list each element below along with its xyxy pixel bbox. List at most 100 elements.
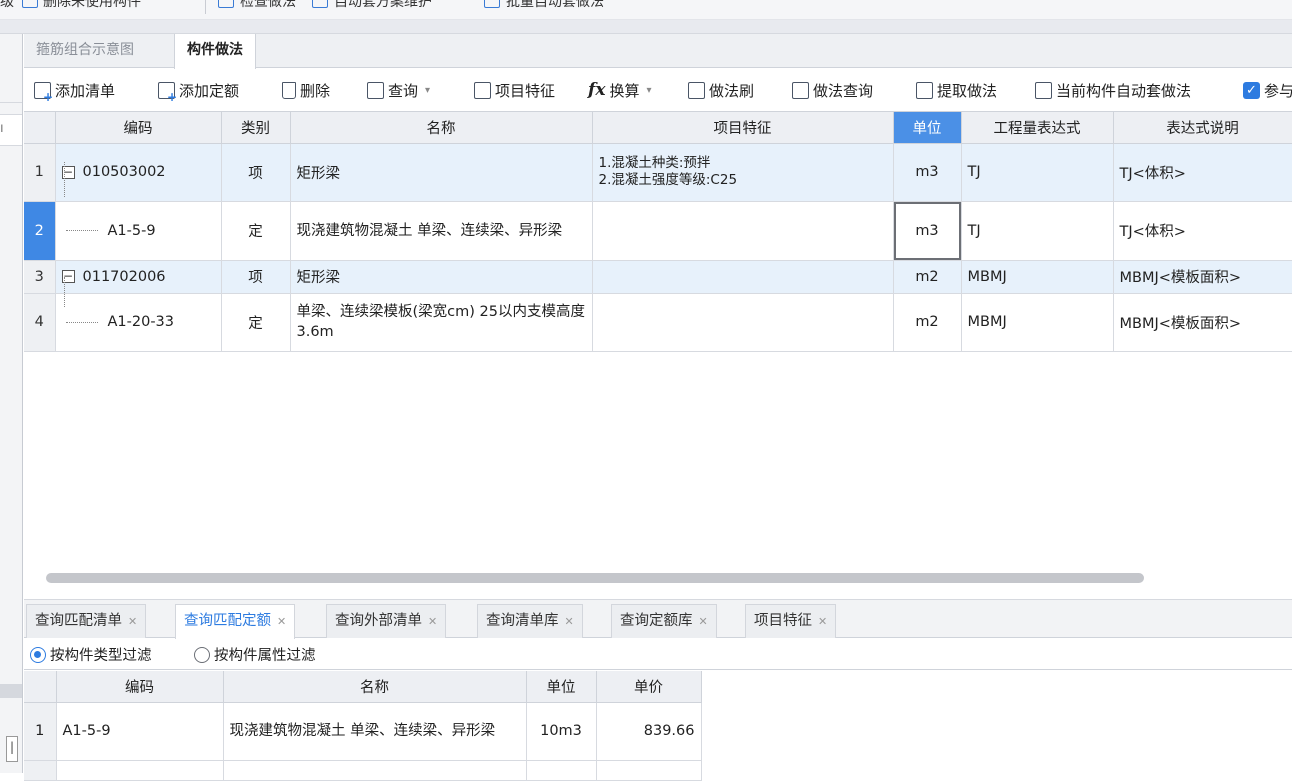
- tab-list-library[interactable]: 查询清单库 ✕: [477, 604, 583, 638]
- table-row[interactable]: [24, 760, 702, 781]
- type-cell[interactable]: 定: [221, 201, 291, 261]
- tab-quota-library[interactable]: 查询定额库 ✕: [611, 604, 717, 638]
- check-method-button[interactable]: 检查做法: [240, 0, 296, 11]
- delete-button[interactable]: 删除: [282, 79, 330, 101]
- header-code[interactable]: 编码: [55, 112, 222, 144]
- convert-button[interactable]: fx 换算 ▾: [588, 79, 652, 101]
- header-name[interactable]: 名称: [223, 671, 527, 703]
- unit-cell[interactable]: [526, 760, 597, 781]
- table-header-row: 编码 名称 单位 单价: [24, 671, 702, 703]
- query-tabs: 查询匹配清单 ✕ 查询匹配定额 ✕ 查询外部清单 ✕ 查询清单库 ✕ 查询定额库 ✕ 项目…: [24, 599, 1292, 639]
- left-panel: ı |: [0, 34, 23, 773]
- horizontal-scrollbar[interactable]: [46, 573, 1144, 583]
- type-cell[interactable]: 项: [221, 260, 291, 294]
- tab-match-list[interactable]: 查询匹配清单 ✕: [26, 604, 147, 638]
- desc-cell: TJ<体积>: [1113, 143, 1292, 202]
- top-toolbar-item[interactable]: 级: [0, 0, 14, 11]
- add-list-button[interactable]: 添加清单: [34, 79, 115, 104]
- tab-component-method[interactable]: 构件做法: [174, 34, 256, 69]
- feature-cell[interactable]: [592, 201, 894, 261]
- unit-cell[interactable]: m3: [893, 201, 962, 261]
- table-row[interactable]: 1 −010503002 项 矩形梁 1.混凝土种类:预拌 2.混凝土强度等级:…: [24, 143, 1292, 202]
- header-code[interactable]: 编码: [56, 671, 224, 703]
- delete-label: 删除: [300, 81, 331, 100]
- header-type[interactable]: 类别: [221, 112, 291, 144]
- filter-by-type-radio[interactable]: 按构件类型过滤: [30, 644, 152, 665]
- header-expr[interactable]: 工程量表达式: [961, 112, 1114, 144]
- name-cell[interactable]: 矩形梁: [290, 143, 593, 202]
- table-row[interactable]: 2 A1-5-9 定 现浇建筑物混凝土 单梁、连续梁、异形梁 m3 TJ TJ<…: [24, 201, 1292, 261]
- feature-cell[interactable]: 1.混凝土种类:预拌 2.混凝土强度等级:C25: [592, 143, 894, 202]
- header-unit[interactable]: 单位: [526, 671, 597, 703]
- left-panel-button[interactable]: |: [6, 736, 18, 762]
- type-cell[interactable]: 定: [221, 293, 291, 352]
- extract-method-button[interactable]: 提取做法: [916, 79, 997, 101]
- header-unit[interactable]: 单位: [893, 112, 962, 144]
- name-cell[interactable]: 矩形梁: [290, 260, 593, 294]
- code-cell[interactable]: A1-20-33: [55, 293, 222, 352]
- radio-unselected-icon: [194, 646, 210, 663]
- left-search-box[interactable]: ı: [0, 114, 22, 146]
- table-row[interactable]: 4 A1-20-33 定 单梁、连续梁模板(梁宽cm) 25以内支模高度3.6m…: [24, 293, 1292, 352]
- header-strip: [0, 20, 1292, 34]
- tab-match-quota[interactable]: 查询匹配定额 ✕: [175, 604, 296, 639]
- trash-icon: [282, 81, 296, 99]
- query-button[interactable]: 查询 ▾: [367, 79, 430, 101]
- code-cell[interactable]: −011702006: [55, 260, 222, 294]
- close-icon[interactable]: ✕: [277, 615, 286, 628]
- tab-stirrup-diagram[interactable]: 箍筋组合示意图: [24, 34, 146, 68]
- code-text: 011702006: [82, 268, 166, 285]
- method-brush-label: 做法刷: [709, 81, 755, 100]
- feature-cell[interactable]: [592, 293, 894, 352]
- table-row[interactable]: 1 A1-5-9 现浇建筑物混凝土 单梁、连续梁、异形梁 10m3 839.66: [24, 702, 702, 761]
- expr-cell[interactable]: MBMJ: [961, 260, 1114, 294]
- unit-cell[interactable]: m3: [893, 143, 962, 202]
- batch-auto-button[interactable]: 批量自动套做法: [506, 0, 604, 11]
- add-quota-label: 添加定额: [179, 81, 240, 100]
- tab-external-list[interactable]: 查询外部清单 ✕: [326, 604, 447, 638]
- expr-cell[interactable]: MBMJ: [961, 293, 1114, 352]
- table-row[interactable]: 3 −011702006 项 矩形梁 m2 MBMJ MBMJ<模板面积>: [24, 260, 1292, 294]
- close-icon[interactable]: ✕: [128, 615, 137, 628]
- code-cell[interactable]: A1-5-9: [56, 702, 224, 761]
- close-icon[interactable]: ✕: [565, 615, 574, 628]
- auto-apply-button[interactable]: 当前构件自动套做法: [1035, 79, 1191, 101]
- header-feature[interactable]: 项目特征: [592, 112, 894, 144]
- name-cell[interactable]: 单梁、连续梁模板(梁宽cm) 25以内支模高度3.6m: [290, 293, 593, 352]
- feature-cell[interactable]: [592, 260, 894, 294]
- tab-item-feature[interactable]: 项目特征 ✕: [745, 604, 837, 638]
- filter-by-attr-radio[interactable]: 按构件属性过滤: [194, 644, 316, 665]
- name-cell[interactable]: [223, 760, 527, 781]
- item-feature-button[interactable]: 项目特征: [474, 79, 555, 101]
- code-cell[interactable]: −010503002: [55, 143, 222, 202]
- expr-cell[interactable]: TJ: [961, 201, 1114, 261]
- row-number: 1: [24, 143, 56, 202]
- add-quota-button[interactable]: 添加定额: [158, 79, 240, 104]
- method-query-button[interactable]: 做法查询: [792, 79, 873, 101]
- name-cell[interactable]: 现浇建筑物混凝土 单梁、连续梁、异形梁: [290, 201, 593, 261]
- close-icon[interactable]: ✕: [428, 615, 437, 628]
- price-cell[interactable]: 839.66: [596, 702, 702, 761]
- price-cell[interactable]: [596, 760, 702, 781]
- unit-cell[interactable]: m2: [893, 260, 962, 294]
- header-price[interactable]: 单价: [596, 671, 702, 703]
- reference-checkbox[interactable]: ✓ 参与: [1243, 79, 1292, 101]
- header-name[interactable]: 名称: [290, 112, 593, 144]
- row-number: 2: [24, 201, 56, 261]
- unit-cell[interactable]: 10m3: [526, 702, 597, 761]
- auto-scheme-button[interactable]: 自动套方案维护: [334, 0, 432, 11]
- close-icon[interactable]: ✕: [818, 615, 827, 628]
- type-cell[interactable]: 项: [221, 143, 291, 202]
- expr-cell[interactable]: TJ: [961, 143, 1114, 202]
- code-cell[interactable]: A1-5-9: [55, 201, 222, 261]
- delete-unused-button[interactable]: 删除未使用构件: [43, 0, 141, 11]
- item-feature-icon: [474, 81, 491, 99]
- close-icon[interactable]: ✕: [699, 615, 708, 628]
- method-brush-button[interactable]: 做法刷: [688, 79, 754, 101]
- unit-cell[interactable]: m2: [893, 293, 962, 352]
- name-cell[interactable]: 现浇建筑物混凝土 单梁、连续梁、异形梁: [223, 702, 527, 761]
- auto-apply-label: 当前构件自动套做法: [1056, 81, 1192, 100]
- header-desc[interactable]: 表达式说明: [1113, 112, 1292, 144]
- code-cell[interactable]: [56, 760, 224, 781]
- delete-unused-icon: [22, 0, 38, 8]
